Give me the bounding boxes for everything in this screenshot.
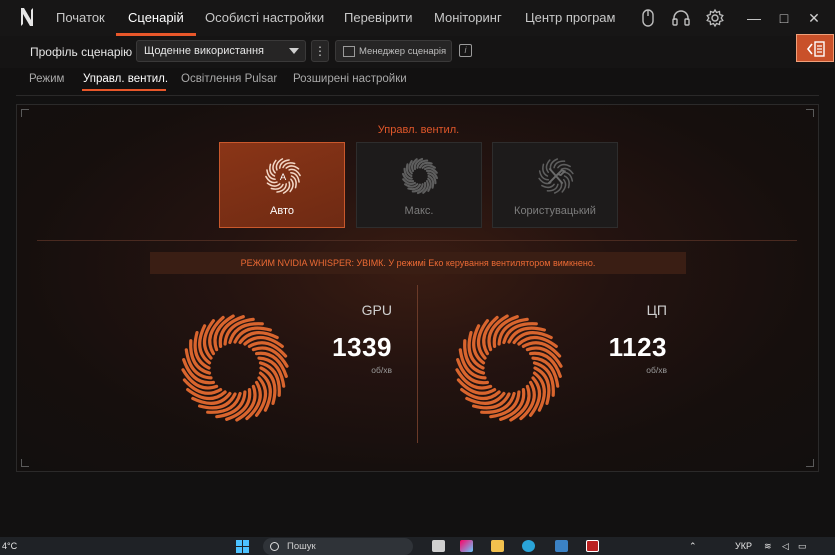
- cpu-fan-block: ЦП 1123 об/хв: [417, 288, 797, 453]
- app-logo-icon: [21, 8, 33, 26]
- gpu-fan-unit: об/хв: [371, 365, 392, 375]
- profile-selected-value: Щоденне використання: [144, 45, 264, 57]
- subtab-advanced-settings[interactable]: Розширені настройки: [293, 73, 407, 85]
- profile-row: Профіль сценарію Щоденне використання ⋮ …: [0, 36, 835, 68]
- more-options-button[interactable]: ⋮: [311, 40, 329, 62]
- profile-dropdown[interactable]: Щоденне використання: [136, 40, 306, 62]
- gpu-fan-rpm: 1339: [332, 332, 392, 362]
- sidebar-collapse-icon: [806, 41, 825, 57]
- info-icon[interactable]: i: [459, 44, 472, 57]
- os-taskbar: 4°C Пошук ⌃ УКР ≋ ◁ ▭: [0, 537, 835, 555]
- nav-tab-personal-settings[interactable]: Особисті настройки: [205, 10, 324, 25]
- cpu-fan-unit: об/хв: [646, 365, 667, 375]
- maximize-button[interactable]: □: [775, 9, 793, 27]
- fan-mode-label: Макс.: [404, 205, 434, 217]
- file-explorer-icon[interactable]: [491, 540, 504, 552]
- title-bar: Початок Сценарій Особисті настройки Пере…: [0, 0, 835, 36]
- fan-control-panel: Управл. вентил. A Авто Макс. Користуваць…: [16, 104, 819, 472]
- close-button[interactable]: ✕: [805, 9, 823, 27]
- weather-temp[interactable]: 4°C: [2, 541, 17, 551]
- language-indicator[interactable]: УКР: [735, 541, 752, 551]
- store-icon[interactable]: [555, 540, 568, 552]
- fan-mode-max-card[interactable]: Макс.: [356, 142, 482, 228]
- nav-tab-scenario[interactable]: Сценарій: [128, 10, 184, 25]
- warning-text: РЕЖИМ NVIDIA WHISPER: УВІМК. У режимі Ек…: [240, 258, 596, 268]
- profile-label: Профіль сценарію: [30, 45, 133, 59]
- minimize-button[interactable]: —: [745, 9, 763, 27]
- window-icon: [343, 46, 355, 57]
- nav-tab-home[interactable]: Початок: [56, 10, 105, 25]
- svg-text:A: A: [280, 172, 287, 183]
- corner-ornament: [806, 459, 814, 467]
- subtab-fan-control[interactable]: Управл. вентил.: [83, 73, 168, 85]
- nitro-sense-icon[interactable]: [586, 540, 599, 552]
- edge-browser-icon[interactable]: [522, 540, 535, 552]
- fan-mode-auto-card[interactable]: A Авто: [219, 142, 345, 228]
- headset-icon[interactable]: [671, 8, 691, 28]
- search-placeholder: Пошук: [287, 541, 316, 552]
- chevron-down-icon: [289, 48, 299, 54]
- chevron-up-icon[interactable]: ⌃: [689, 541, 697, 552]
- fan-auto-icon: A: [265, 158, 301, 194]
- whisper-mode-warning: РЕЖИМ NVIDIA WHISPER: УВІМК. У режимі Ек…: [150, 252, 686, 274]
- search-icon: [270, 542, 279, 551]
- volume-icon[interactable]: ◁: [782, 541, 789, 552]
- divider: [37, 240, 797, 241]
- subtab-mode[interactable]: Режим: [29, 73, 64, 85]
- cpu-fan-icon: [455, 314, 563, 422]
- fan-mode-label: Авто: [270, 205, 294, 217]
- gpu-fan-block: GPU 1339 об/хв: [37, 288, 417, 453]
- taskbar-search-input[interactable]: Пошук: [263, 538, 413, 555]
- corner-ornament: [806, 109, 814, 117]
- active-subtab-indicator: [82, 89, 166, 91]
- section-title: Управл. вентил.: [377, 124, 460, 136]
- cpu-fan-rpm: 1123: [608, 332, 667, 362]
- cpu-fan-name: ЦП: [646, 302, 667, 318]
- battery-icon[interactable]: ▭: [798, 541, 807, 552]
- fan-max-icon: [401, 157, 439, 195]
- fan-mode-custom-card[interactable]: Користувацький: [492, 142, 618, 228]
- corner-ornament: [21, 109, 29, 117]
- side-panel-toggle-button[interactable]: [796, 34, 834, 62]
- gpu-fan-name: GPU: [361, 302, 392, 318]
- mouse-icon[interactable]: [638, 8, 658, 28]
- windows-start-icon[interactable]: [236, 540, 250, 553]
- nav-tab-app-center[interactable]: Центр програм: [525, 10, 615, 25]
- divider: [16, 95, 819, 96]
- subtab-pulsar-lighting[interactable]: Освітлення Pulsar: [181, 73, 277, 85]
- wifi-icon[interactable]: ≋: [764, 541, 772, 552]
- gear-icon[interactable]: [705, 8, 725, 28]
- copilot-icon[interactable]: [460, 540, 473, 552]
- fan-custom-icon: [538, 158, 574, 194]
- scenario-manager-button[interactable]: Менеджер сценарія: [335, 40, 452, 62]
- task-view-icon[interactable]: [432, 540, 445, 552]
- gpu-fan-icon: [181, 314, 289, 422]
- fan-mode-label: Користувацький: [514, 205, 596, 217]
- nav-tab-check[interactable]: Перевірити: [344, 10, 413, 25]
- scenario-manager-label: Менеджер сценарія: [359, 46, 447, 57]
- app-window: Початок Сценарій Особисті настройки Пере…: [0, 0, 835, 537]
- nav-tab-monitoring[interactable]: Моніторинг: [434, 10, 502, 25]
- corner-ornament: [21, 459, 29, 467]
